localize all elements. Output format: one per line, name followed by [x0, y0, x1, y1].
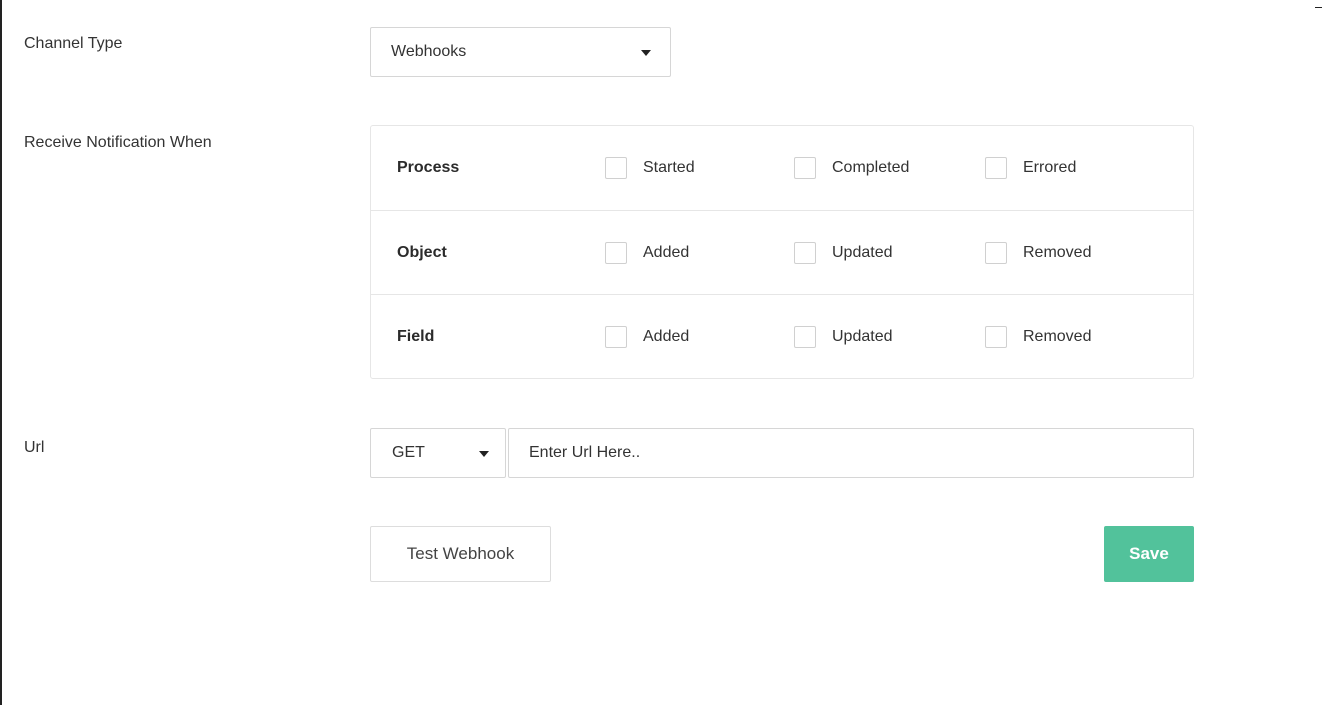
checkbox-object-added[interactable]: Added	[605, 241, 689, 265]
frame-border	[0, 0, 2, 705]
checkbox-box[interactable]	[985, 242, 1007, 264]
checkbox-process-errored[interactable]: Errored	[985, 156, 1076, 180]
checkbox-label: Completed	[832, 159, 910, 176]
chevron-down-icon	[479, 451, 489, 457]
checkbox-box[interactable]	[985, 157, 1007, 179]
checkbox-label: Updated	[832, 244, 893, 261]
channel-type-value: Webhooks	[391, 43, 467, 60]
checkbox-box[interactable]	[794, 242, 816, 264]
checkbox-label: Added	[643, 328, 690, 345]
chevron-down-icon	[641, 50, 651, 56]
save-button[interactable]: Save	[1104, 526, 1194, 582]
checkbox-box[interactable]	[605, 242, 627, 264]
notifications-label: Receive Notification When	[24, 134, 212, 151]
notification-options-panel: Process Started Completed Errored Object…	[370, 125, 1194, 379]
checkbox-label: Updated	[832, 328, 893, 345]
checkbox-label: Added	[643, 244, 690, 261]
checkbox-process-started[interactable]: Started	[605, 156, 695, 180]
channel-type-select[interactable]: Webhooks	[370, 27, 671, 77]
checkbox-field-added[interactable]: Added	[605, 325, 689, 349]
checkbox-label: Errored	[1023, 159, 1077, 176]
checkbox-object-removed[interactable]: Removed	[985, 241, 1091, 265]
notif-row-process: Process Started Completed Errored	[371, 126, 1193, 210]
checkbox-process-completed[interactable]: Completed	[794, 156, 909, 180]
checkbox-box[interactable]	[605, 157, 627, 179]
checkbox-box[interactable]	[794, 326, 816, 348]
http-method-value: GET	[392, 444, 425, 461]
checkbox-field-updated[interactable]: Updated	[794, 325, 893, 349]
row-label-process: Process	[397, 159, 460, 176]
checkbox-label: Removed	[1023, 328, 1092, 345]
http-method-select[interactable]: GET	[370, 428, 506, 478]
checkbox-box[interactable]	[605, 326, 627, 348]
url-input[interactable]	[508, 428, 1194, 478]
notif-row-object: Object Added Updated Removed	[371, 210, 1193, 295]
checkbox-box[interactable]	[985, 326, 1007, 348]
channel-type-label: Channel Type	[24, 35, 123, 52]
frame-corner	[1315, 7, 1322, 8]
checkbox-label: Removed	[1023, 244, 1092, 261]
checkbox-box[interactable]	[794, 157, 816, 179]
url-label: Url	[24, 439, 45, 456]
notif-row-field: Field Added Updated Removed	[371, 294, 1193, 379]
checkbox-label: Started	[643, 159, 695, 176]
checkbox-field-removed[interactable]: Removed	[985, 325, 1091, 349]
row-label-object: Object	[397, 244, 447, 261]
row-label-field: Field	[397, 328, 435, 345]
test-webhook-button[interactable]: Test Webhook	[370, 526, 551, 582]
checkbox-object-updated[interactable]: Updated	[794, 241, 893, 265]
